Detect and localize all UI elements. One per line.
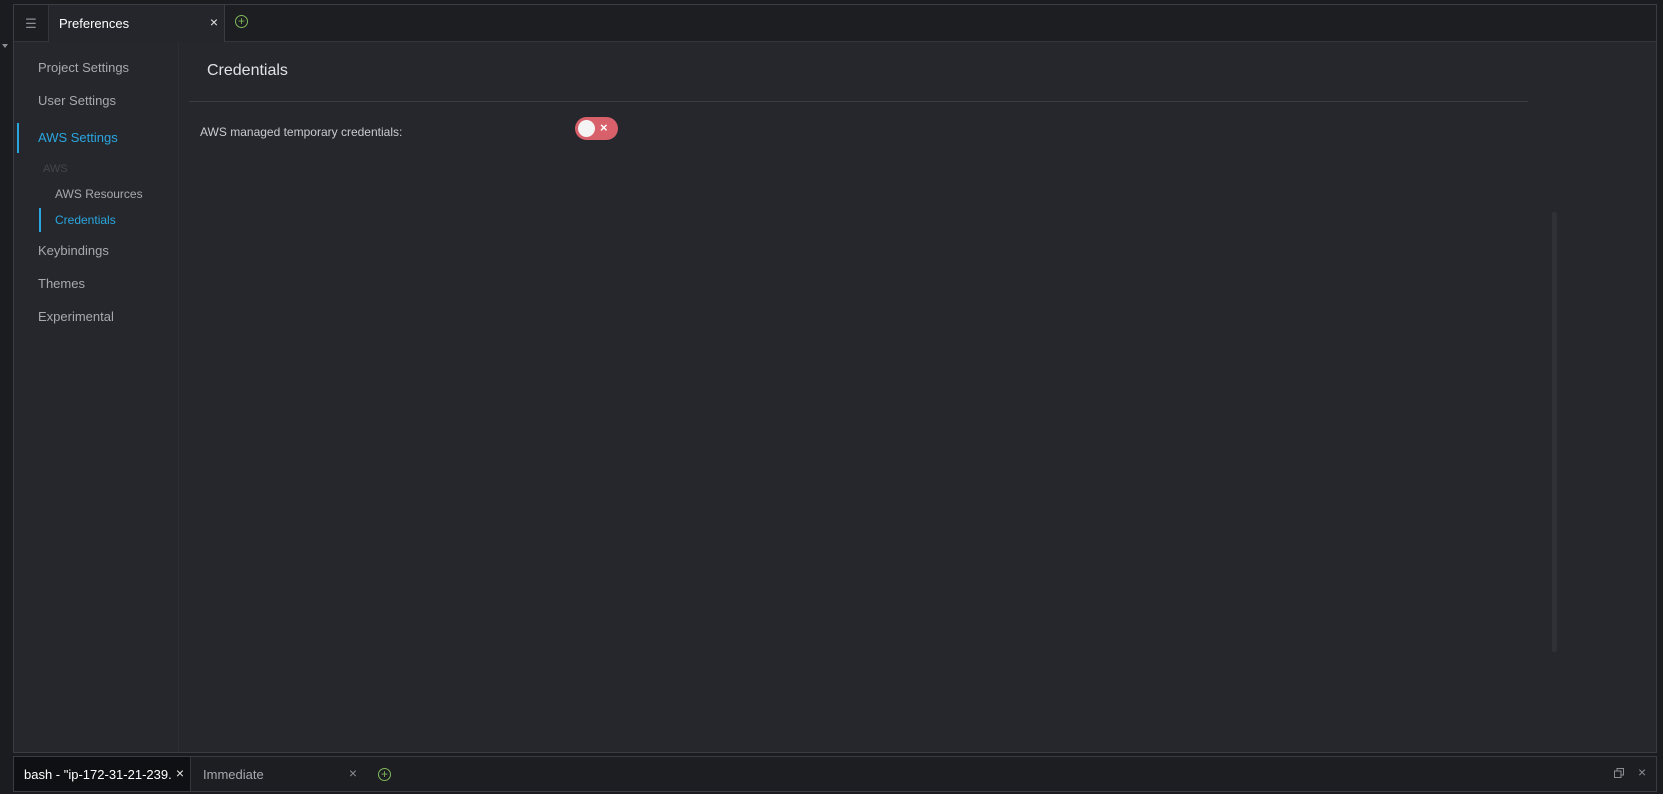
tab-label: Immediate bbox=[203, 767, 264, 782]
preferences-content: Credentials AWS managed temporary creden… bbox=[179, 42, 1656, 752]
divider bbox=[189, 101, 1528, 102]
preferences-sidebar: Project Settings User Settings AWS Setti… bbox=[14, 42, 179, 752]
sidebar-item-aws-settings[interactable]: AWS Settings bbox=[38, 130, 118, 145]
restore-panel-icon[interactable] bbox=[1614, 768, 1624, 778]
add-tab-icon[interactable]: + bbox=[235, 15, 248, 28]
sidebar-item-project-settings[interactable]: Project Settings bbox=[38, 60, 129, 75]
collapse-arrow-icon[interactable] bbox=[2, 44, 8, 48]
sidebar-item-user-settings[interactable]: User Settings bbox=[38, 93, 116, 108]
setting-label: AWS managed temporary credentials: bbox=[200, 125, 403, 139]
preferences-panel: ☰ Preferences × + Project Settings User … bbox=[13, 4, 1657, 753]
ide-window: ☰ Preferences × + Project Settings User … bbox=[0, 0, 1663, 794]
close-icon[interactable]: × bbox=[349, 765, 357, 781]
tab-bar: ☰ Preferences × + bbox=[14, 5, 1656, 42]
sidebar-subitem-aws-resources[interactable]: AWS Resources bbox=[55, 187, 143, 201]
active-indicator bbox=[17, 123, 19, 153]
page-title: Credentials bbox=[207, 62, 288, 79]
sidebar-item-themes[interactable]: Themes bbox=[38, 276, 85, 291]
close-icon[interactable]: × bbox=[176, 765, 184, 781]
add-terminal-icon[interactable]: + bbox=[378, 768, 391, 781]
tab-immediate[interactable]: Immediate × bbox=[191, 757, 357, 791]
toggle-knob bbox=[578, 120, 595, 137]
scrollbar[interactable] bbox=[1552, 212, 1557, 652]
close-icon[interactable]: × bbox=[210, 14, 218, 30]
close-panel-icon[interactable]: × bbox=[1638, 764, 1646, 780]
sidebar-group-label: AWS bbox=[43, 163, 68, 175]
active-sub-indicator bbox=[39, 208, 41, 232]
tab-bash[interactable]: bash - "ip-172-31-21-239. × bbox=[14, 757, 191, 791]
toggle-off-icon: × bbox=[600, 120, 608, 135]
tab-preferences[interactable]: Preferences × bbox=[49, 5, 225, 42]
tab-label: Preferences bbox=[59, 16, 130, 31]
menu-icon[interactable]: ☰ bbox=[14, 5, 49, 42]
terminal-tab-bar: bash - "ip-172-31-21-239. × Immediate × … bbox=[13, 756, 1657, 792]
sidebar-subitem-credentials[interactable]: Credentials bbox=[55, 213, 116, 227]
aws-credentials-toggle[interactable]: × bbox=[575, 117, 618, 140]
sidebar-item-experimental[interactable]: Experimental bbox=[38, 309, 114, 324]
sidebar-item-keybindings[interactable]: Keybindings bbox=[38, 243, 109, 258]
tab-label: bash - "ip-172-31-21-239. bbox=[24, 767, 172, 782]
